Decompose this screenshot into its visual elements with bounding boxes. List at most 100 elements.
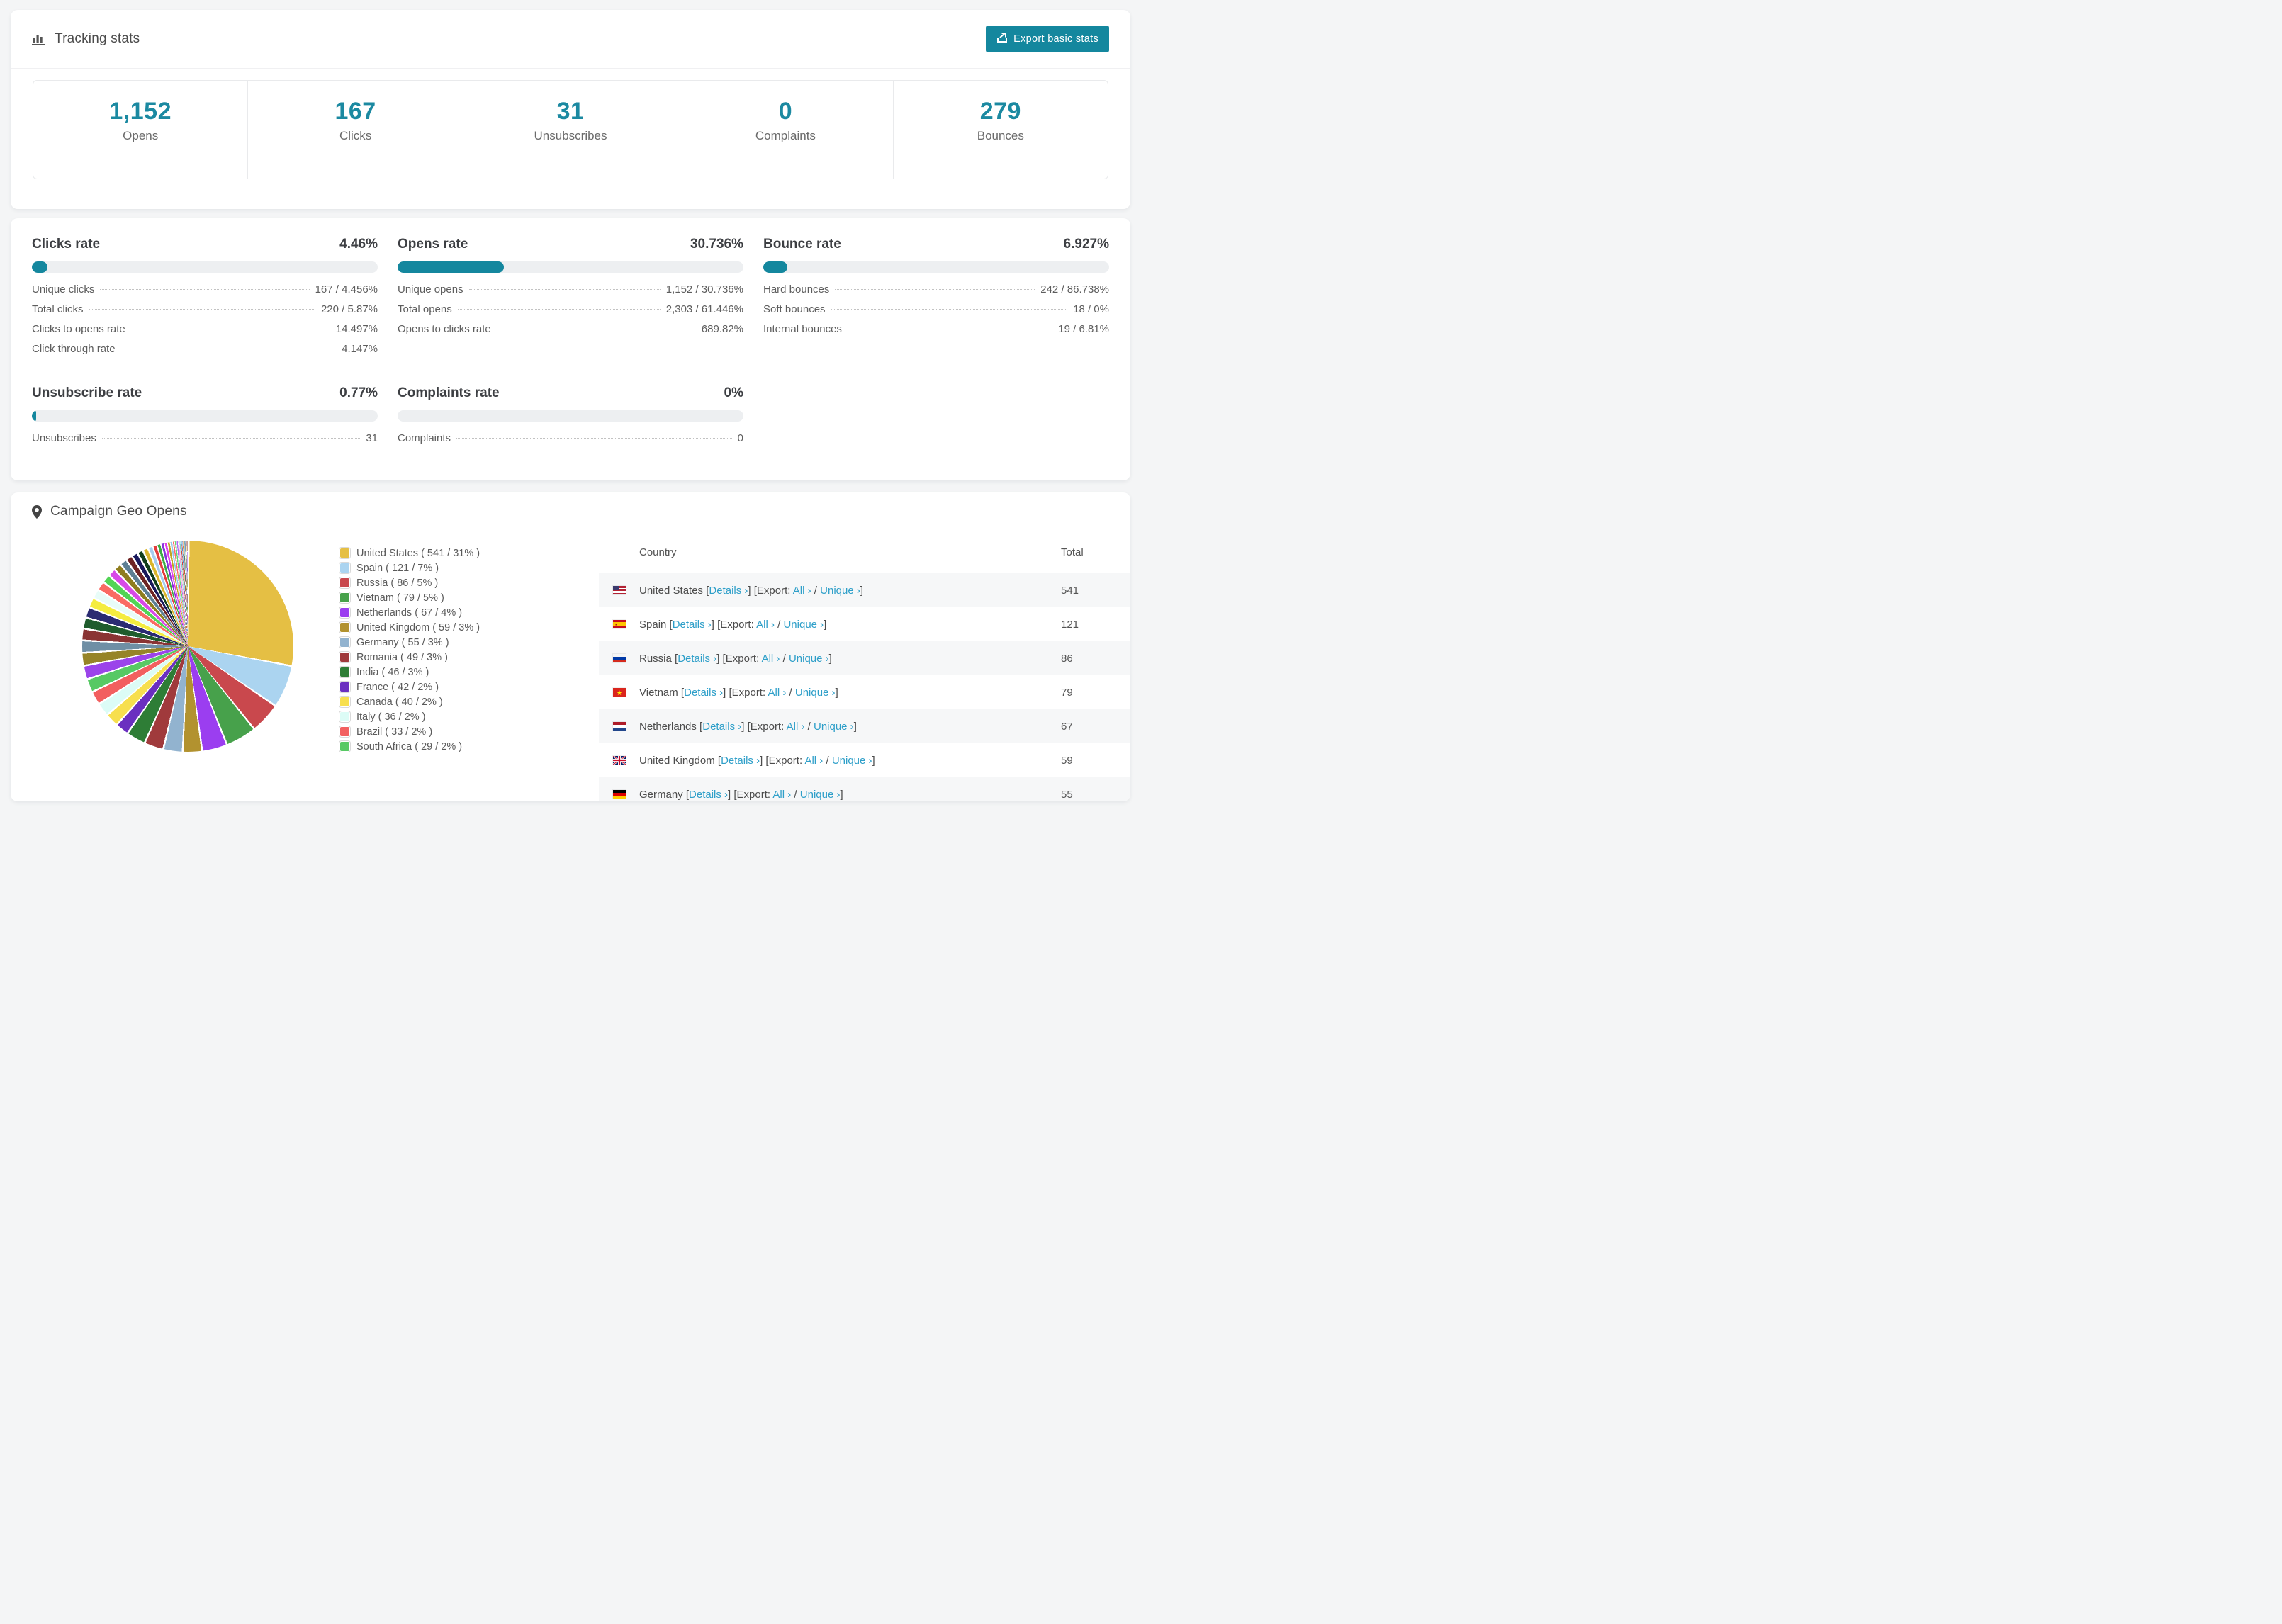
rate-title-row: Bounce rate 6.927%: [763, 237, 1109, 252]
geo-opens-pie-chart[interactable]: [82, 541, 293, 752]
flag-ru-icon: [613, 654, 626, 662]
stat-box-unsubscribes: 31 Unsubscribes: [462, 81, 678, 179]
details-link[interactable]: Details ›: [684, 687, 723, 699]
map-pin-icon: [32, 504, 42, 519]
stat-line-complaints: Complaints 0: [398, 432, 743, 452]
bracket-text: ] [Export:: [716, 652, 762, 665]
export-unique-link[interactable]: Unique ›: [800, 789, 841, 801]
stat-line-value: 689.82%: [701, 323, 743, 335]
flag-gb-icon: [613, 756, 626, 765]
legend-item-india[interactable]: India ( 46 / 3% ): [340, 665, 480, 680]
details-link[interactable]: Details ›: [702, 721, 741, 733]
bracket-text: [: [678, 686, 685, 699]
dotted-leader: [456, 438, 732, 439]
legend-item-germany[interactable]: Germany ( 55 / 3% ): [340, 635, 480, 650]
stat-line-total-opens: Total opens 2,303 / 61.446%: [398, 303, 743, 323]
stat-line-unique-opens: Unique opens 1,152 / 30.736%: [398, 283, 743, 303]
legend-item-united-states[interactable]: United States ( 541 / 31% ): [340, 546, 480, 560]
legend-label: France ( 42 / 2% ): [356, 681, 439, 693]
bracket-text: ] [Export:: [711, 618, 757, 631]
export-unique-link[interactable]: Unique ›: [814, 721, 854, 733]
details-link[interactable]: Details ›: [678, 653, 716, 665]
stat-line-value: 242 / 86.738%: [1040, 283, 1109, 295]
export-all-link[interactable]: All ›: [787, 721, 805, 733]
rate-title: Unsubscribe rate: [32, 385, 142, 400]
export-icon: [996, 32, 1008, 46]
export-all-link[interactable]: All ›: [793, 585, 811, 597]
legend-label: Netherlands ( 67 / 4% ): [356, 607, 463, 619]
legend-item-romania[interactable]: Romania ( 49 / 3% ): [340, 650, 480, 665]
stat-box-bounces: 279 Bounces: [892, 81, 1108, 179]
legend-item-brazil[interactable]: Brazil ( 33 / 2% ): [340, 724, 480, 739]
stat-line-label: Clicks to opens rate: [32, 323, 125, 335]
bracket-text: ] [Export:: [728, 788, 773, 801]
legend-item-france[interactable]: France ( 42 / 2% ): [340, 680, 480, 694]
export-all-link[interactable]: All ›: [756, 619, 775, 631]
stat-line-value: 1,152 / 30.736%: [665, 283, 743, 295]
export-unique-link[interactable]: Unique ›: [789, 653, 829, 665]
stat-line-soft-bounces: Soft bounces 18 / 0%: [763, 303, 1109, 323]
rate-value: 6.927%: [1063, 237, 1109, 252]
table-row-united-states: United States [Details ›] [Export: All ›…: [599, 573, 1130, 607]
stat-line-click-through-rate: Click through rate 4.147%: [32, 343, 378, 363]
legend-item-spain[interactable]: Spain ( 121 / 7% ): [340, 560, 480, 575]
tracking-stats-card: Tracking stats Export basic stats 1,152 O…: [11, 10, 1130, 209]
export-unique-link[interactable]: Unique ›: [783, 619, 824, 631]
stat-line-opens-to-clicks-rate: Opens to clicks rate 689.82%: [398, 323, 743, 343]
stat-label: Bounces: [977, 129, 1024, 142]
legend-item-united-kingdom[interactable]: United Kingdom ( 59 / 3% ): [340, 620, 480, 635]
legend-item-italy[interactable]: Italy ( 36 / 2% ): [340, 709, 480, 724]
legend-item-vietnam[interactable]: Vietnam ( 79 / 5% ): [340, 590, 480, 605]
export-all-link[interactable]: All ›: [762, 653, 780, 665]
legend-item-netherlands[interactable]: Netherlands ( 67 / 4% ): [340, 605, 480, 620]
stat-line-clicks-to-opens-rate: Clicks to opens rate 14.497%: [32, 323, 378, 343]
legend-swatch: [340, 667, 349, 677]
stat-value: 279: [979, 98, 1021, 125]
export-unique-link[interactable]: Unique ›: [795, 687, 836, 699]
legend-label: United States ( 541 / 31% ): [356, 547, 480, 559]
legend-label: Romania ( 49 / 3% ): [356, 651, 448, 663]
total-cell: 55: [1061, 788, 1073, 801]
stat-line-value: 4.147%: [342, 343, 378, 355]
country-cell: Germany [Details ›] [Export: All › / Uni…: [599, 789, 1061, 801]
details-link[interactable]: Details ›: [709, 585, 748, 597]
legend-swatch: [340, 712, 349, 721]
bracket-text: ] [Export:: [748, 584, 793, 597]
rates-grid: Clicks rate 4.46% Unique clicks 167 / 4.456…: [11, 218, 1130, 452]
legend-item-south-africa[interactable]: South Africa ( 29 / 2% ): [340, 739, 480, 754]
stat-label: Complaints: [755, 129, 816, 142]
export-basic-stats-button[interactable]: Export basic stats: [986, 26, 1109, 52]
stat-value: 31: [556, 98, 585, 125]
tracking-stats-title: Tracking stats: [32, 31, 140, 47]
slash-separator: /: [823, 754, 832, 767]
stat-line-label: Hard bounces: [763, 283, 830, 295]
export-all-link[interactable]: All ›: [768, 687, 787, 699]
export-unique-link[interactable]: Unique ›: [832, 755, 872, 767]
export-all-link[interactable]: All ›: [804, 755, 823, 767]
stat-line-value: 167 / 4.456%: [315, 283, 378, 295]
details-link[interactable]: Details ›: [673, 619, 712, 631]
details-link[interactable]: Details ›: [721, 755, 760, 767]
stat-box-clicks: 167 Clicks: [247, 81, 462, 179]
legend-swatch: [340, 742, 349, 751]
legend-item-canada[interactable]: Canada ( 40 / 2% ): [340, 694, 480, 709]
legend-label: Canada ( 40 / 2% ): [356, 696, 443, 708]
bracket-text: ] [Export:: [760, 754, 805, 767]
flag-de-icon: [613, 790, 626, 799]
stat-line-label: Unsubscribes: [32, 432, 96, 444]
stat-line-total-clicks: Total clicks 220 / 5.87%: [32, 303, 378, 323]
progress-bar: [763, 261, 1109, 273]
legend-item-russia[interactable]: Russia ( 86 / 5% ): [340, 575, 480, 590]
progress-fill: [763, 261, 787, 273]
details-link[interactable]: Details ›: [689, 789, 728, 801]
legend-label: Brazil ( 33 / 2% ): [356, 726, 433, 738]
table-row-spain: Spain [Details ›] [Export: All › / Uniqu…: [599, 607, 1130, 641]
geo-table-body: United States [Details ›] [Export: All ›…: [599, 573, 1130, 801]
bracket-text: ]: [835, 686, 838, 699]
export-all-link[interactable]: All ›: [772, 789, 791, 801]
legend-label: South Africa ( 29 / 2% ): [356, 740, 463, 752]
export-unique-link[interactable]: Unique ›: [820, 585, 860, 597]
stat-line-label: Soft bounces: [763, 303, 826, 315]
stat-line-hard-bounces: Hard bounces 242 / 86.738%: [763, 283, 1109, 303]
country-name: United Kingdom: [639, 754, 715, 767]
